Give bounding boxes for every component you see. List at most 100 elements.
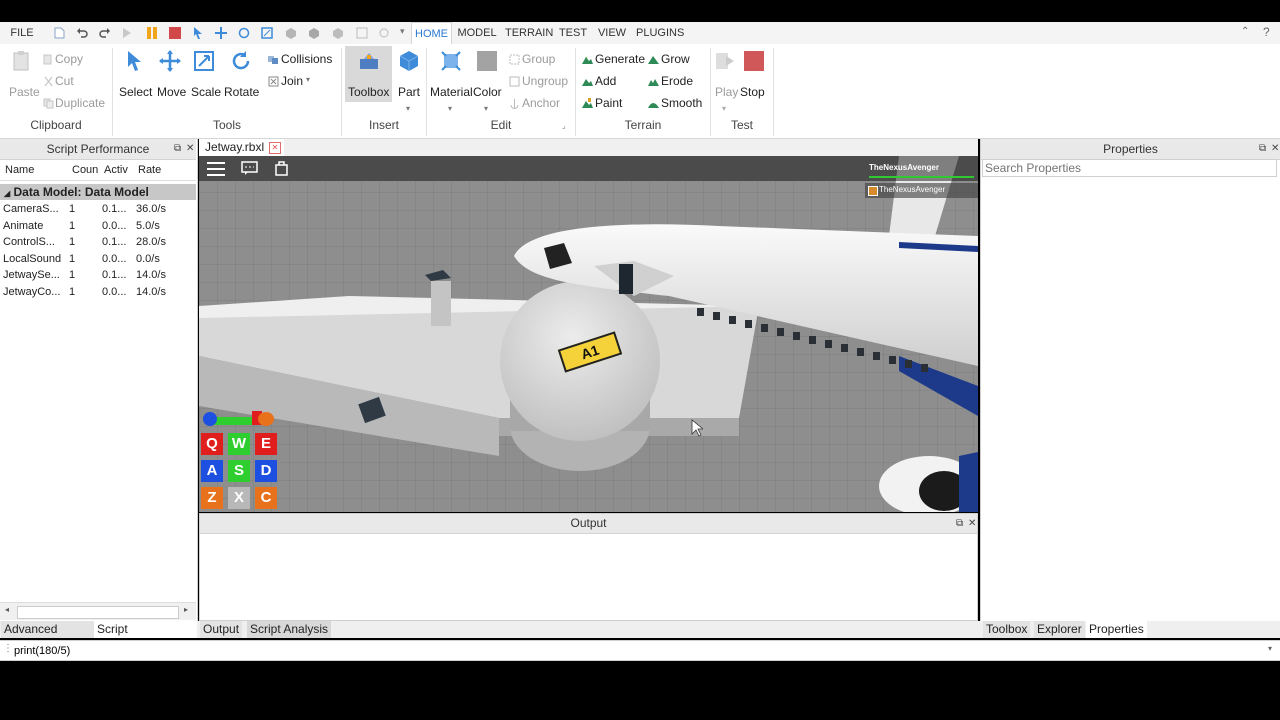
- key-a[interactable]: A: [201, 460, 223, 482]
- close-tab-icon[interactable]: ✕: [269, 142, 281, 154]
- ungroup-icon[interactable]: [356, 27, 368, 39]
- paste-button[interactable]: Paste: [9, 85, 40, 99]
- undock-icon[interactable]: ⧉: [1259, 139, 1266, 159]
- command-dropdown-icon[interactable]: ▾: [1268, 644, 1272, 653]
- player-list-row[interactable]: TheNexusAvenger: [865, 183, 978, 198]
- tab-explorer[interactable]: Explorer: [1034, 621, 1085, 638]
- paint-button[interactable]: Paint: [595, 96, 622, 110]
- color-chevron-icon[interactable]: ▾: [484, 104, 488, 113]
- grow-button[interactable]: Grow: [661, 52, 690, 66]
- horizontal-scrollbar[interactable]: ◂ ▸: [0, 602, 196, 620]
- tab-home[interactable]: HOME: [411, 22, 452, 45]
- rotate-tool-icon[interactable]: [238, 27, 250, 39]
- stop-icon[interactable]: [169, 27, 181, 39]
- close-icon[interactable]: ✕: [1271, 139, 1279, 159]
- move-tool-icon[interactable]: [215, 27, 227, 39]
- table-row[interactable]: JetwaySe... 1 0.1... 14.0/s: [0, 267, 196, 283]
- table-row[interactable]: JetwayCo... 1 0.0... 14.0/s: [0, 284, 196, 300]
- add-terrain-button[interactable]: Add: [595, 74, 616, 88]
- join-chevron-icon[interactable]: ▾: [306, 75, 310, 84]
- erode-button[interactable]: Erode: [661, 74, 693, 88]
- tab-test[interactable]: TEST: [558, 22, 588, 44]
- close-icon[interactable]: ✕: [186, 139, 194, 159]
- menu-icon[interactable]: [207, 162, 225, 176]
- undo-icon[interactable]: [76, 27, 88, 39]
- sp-group-row[interactable]: ◢ Data Model: Data Model: [0, 184, 196, 200]
- file-menu[interactable]: FILE: [6, 22, 38, 44]
- material-chevron-icon[interactable]: ▾: [448, 104, 452, 113]
- rotate-button[interactable]: Rotate: [224, 85, 259, 99]
- scroll-left-icon[interactable]: ◂: [5, 605, 9, 614]
- undock-icon[interactable]: ⧉: [956, 514, 963, 533]
- help-icon[interactable]: ?: [1263, 25, 1270, 39]
- group-button[interactable]: Group: [522, 52, 555, 66]
- color-handle-blue[interactable]: [203, 412, 217, 426]
- select-button[interactable]: Select: [119, 85, 152, 99]
- key-x[interactable]: X: [228, 487, 250, 509]
- close-icon[interactable]: ✕: [968, 514, 976, 533]
- cut-button[interactable]: Cut: [55, 74, 74, 88]
- part-chevron-icon[interactable]: ▾: [406, 104, 410, 113]
- toolbox-button[interactable]: Toolbox: [348, 85, 389, 99]
- table-row[interactable]: ControlS... 1 0.1... 28.0/s: [0, 234, 196, 250]
- tab-advanced-objects[interactable]: Advanced Objects: [1, 621, 94, 638]
- play-chevron-icon[interactable]: ▾: [722, 104, 726, 113]
- tab-script-analysis[interactable]: Script Analysis: [247, 621, 332, 638]
- key-s[interactable]: S: [228, 460, 250, 482]
- copy-button[interactable]: Copy: [55, 52, 83, 66]
- col-count[interactable]: Coun: [72, 160, 100, 180]
- ungroup-button[interactable]: Ungroup: [522, 74, 568, 88]
- key-z[interactable]: Z: [201, 487, 223, 509]
- command-input[interactable]: [12, 642, 1271, 660]
- smooth-button[interactable]: Smooth: [661, 96, 702, 110]
- chat-icon[interactable]: [241, 161, 258, 176]
- search-properties-input[interactable]: [982, 159, 1277, 177]
- join-dropdown[interactable]: Join: [281, 74, 303, 88]
- expand-triangle-icon[interactable]: ◢: [4, 189, 10, 198]
- new-file-icon[interactable]: [53, 27, 65, 39]
- redo-icon[interactable]: [99, 27, 111, 39]
- tab-toolbox[interactable]: Toolbox: [983, 621, 1031, 638]
- tab-model[interactable]: MODEL: [456, 22, 498, 44]
- col-name[interactable]: Name: [5, 160, 65, 180]
- scale-tool-icon[interactable]: [261, 27, 273, 39]
- key-e[interactable]: E: [255, 433, 277, 455]
- scroll-right-icon[interactable]: ▸: [184, 605, 188, 614]
- material-button[interactable]: Material: [430, 85, 473, 99]
- collisions-toggle[interactable]: Collisions: [281, 52, 332, 66]
- col-rate[interactable]: Rate: [138, 160, 178, 180]
- part-button[interactable]: Part: [398, 85, 420, 99]
- table-row[interactable]: Animate 1 0.0... 5.0/s: [0, 218, 196, 234]
- edit-expand-icon[interactable]: ⌟: [562, 121, 566, 130]
- move-button[interactable]: Move: [157, 85, 186, 99]
- col-activity[interactable]: Activ: [104, 160, 134, 180]
- pause-icon[interactable]: [146, 27, 158, 39]
- play-button[interactable]: Play: [715, 85, 738, 99]
- backpack-icon[interactable]: [275, 160, 288, 176]
- document-tab[interactable]: Jetway.rbxl ✕: [199, 139, 284, 156]
- anchor-button[interactable]: Anchor: [522, 96, 560, 110]
- table-row[interactable]: LocalSound 1 0.0... 0.0/s: [0, 251, 196, 267]
- key-w[interactable]: W: [228, 433, 250, 455]
- table-row[interactable]: CameraS... 1 0.1... 36.0/s: [0, 201, 196, 217]
- part-gray-icon[interactable]: [308, 27, 320, 39]
- generate-button[interactable]: Generate: [595, 52, 645, 66]
- undock-icon[interactable]: ⧉: [174, 139, 181, 159]
- color-button[interactable]: Color: [473, 85, 502, 99]
- scrollbar-thumb[interactable]: [17, 606, 179, 619]
- tab-view[interactable]: VIEW: [596, 22, 628, 44]
- tab-script-performance[interactable]: Script Performance: [94, 621, 197, 638]
- qa-more-icon[interactable]: ▾: [400, 26, 405, 37]
- weld-icon[interactable]: [378, 27, 390, 39]
- tab-properties[interactable]: Properties: [1086, 621, 1147, 638]
- scale-button[interactable]: Scale: [191, 85, 221, 99]
- model-icon[interactable]: [285, 27, 297, 39]
- tab-output[interactable]: Output: [200, 621, 243, 638]
- tab-plugins[interactable]: PLUGINS: [636, 22, 684, 44]
- game-viewport[interactable]: A1 TheNexusAvenger TheNexusAvenger Q W E…: [199, 156, 978, 512]
- duplicate-button[interactable]: Duplicate: [55, 96, 105, 110]
- stop-button[interactable]: Stop: [740, 85, 765, 99]
- union-icon[interactable]: [332, 27, 344, 39]
- key-q[interactable]: Q: [201, 433, 223, 455]
- key-c[interactable]: C: [255, 487, 277, 509]
